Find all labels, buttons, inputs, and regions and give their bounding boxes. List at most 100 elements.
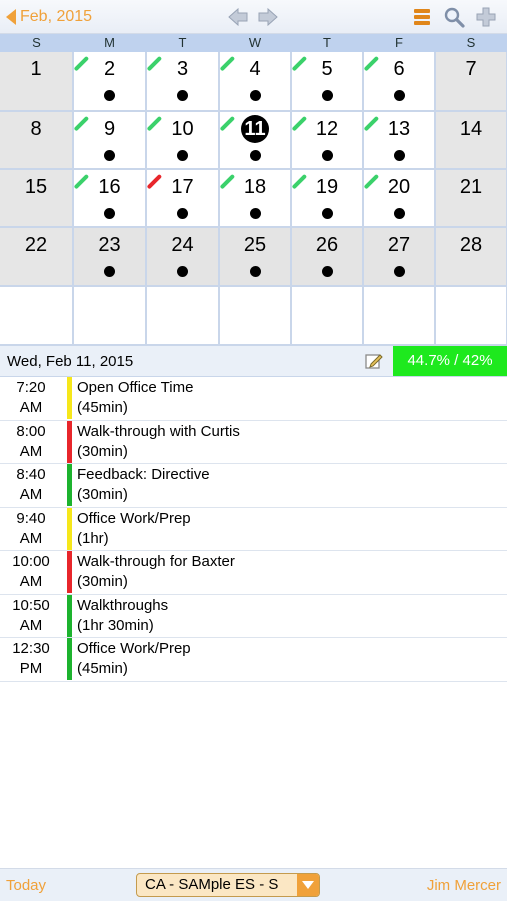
calendar-day-cell[interactable]: 1 <box>0 52 72 110</box>
calendar-day-cell[interactable]: 26 <box>292 228 362 285</box>
calendar-day-cell[interactable]: 7 <box>436 52 506 110</box>
day-number: 7 <box>465 58 477 80</box>
calendar-day-cell[interactable]: 6 <box>363 52 434 110</box>
day-number: 28 <box>459 234 483 256</box>
calendar-day-cell[interactable]: 18 <box>219 170 290 226</box>
dropdown-button[interactable] <box>297 874 319 896</box>
calendar-day-cell[interactable]: 16 <box>73 170 145 226</box>
calendar-day-cell[interactable]: 22 <box>0 228 72 285</box>
day-number: 17 <box>171 176 194 198</box>
calendar-day-cell[interactable]: 8 <box>0 112 72 168</box>
today-button[interactable]: Today <box>6 877 46 894</box>
event-dot-icon <box>321 90 333 101</box>
day-number: 2 <box>103 58 116 80</box>
calendar-day-cell[interactable] <box>220 287 290 344</box>
calendar-day-cell[interactable]: 19 <box>291 170 362 226</box>
event-time-hour: 10:50 <box>12 596 50 614</box>
calendar-day-cell[interactable] <box>292 287 362 344</box>
calendar-day-cell[interactable]: 27 <box>364 228 434 285</box>
search-icon[interactable] <box>443 6 465 28</box>
event-dot-icon <box>249 208 261 219</box>
event-dot-icon <box>321 208 333 219</box>
calendar-day-cell[interactable]: 3 <box>146 52 218 110</box>
event-dot-icon <box>104 266 115 277</box>
event-title: Open Office Time <box>77 379 194 396</box>
event-dot-icon <box>177 150 188 161</box>
school-select[interactable]: CA - SAMple ES - S <box>136 873 320 897</box>
calendar-day-cell[interactable]: 21 <box>436 170 506 226</box>
top-bar: Feb, 2015 <box>0 0 507 34</box>
event-row[interactable]: 7:20 AM Open Office Time (45min) <box>0 377 507 421</box>
day-number: 20 <box>387 176 411 198</box>
event-time: 10:50 AM <box>0 596 62 636</box>
event-dot-icon <box>104 150 115 161</box>
calendar-day-cell[interactable]: 28 <box>436 228 506 285</box>
add-icon[interactable] <box>475 6 497 28</box>
calendar-day-cell[interactable] <box>436 287 506 344</box>
calendar-day-cell[interactable] <box>74 287 145 344</box>
event-row[interactable]: 8:40 AM Feedback: Directive (30min) <box>0 464 507 508</box>
event-color-bar <box>67 464 72 506</box>
edit-note-icon[interactable] <box>364 351 384 371</box>
calendar-day-cell[interactable]: 23 <box>74 228 145 285</box>
user-name[interactable]: Jim Mercer <box>427 877 501 894</box>
event-duration: (30min) <box>77 573 128 590</box>
back-month-button[interactable]: Feb, 2015 <box>6 7 92 27</box>
event-title: Walk-through for Baxter <box>77 553 235 570</box>
event-row[interactable]: 9:40 AM Office Work/Prep (1hr) <box>0 507 507 551</box>
percentage-badge: 44.7% / 42% <box>393 346 507 376</box>
event-time-ampm: AM <box>19 616 43 634</box>
day-number: 23 <box>98 234 121 256</box>
event-dot-icon <box>104 208 115 219</box>
day-number: 18 <box>243 176 267 198</box>
calendar-day-cell[interactable]: 20 <box>363 170 434 226</box>
event-time-hour: 9:40 <box>16 509 46 527</box>
selected-day-header: Wed, Feb 11, 2015 44.7% / 42% <box>0 345 507 377</box>
day-number: 1 <box>30 58 42 80</box>
calendar-day-cell[interactable]: 14 <box>436 112 506 168</box>
event-dot-icon <box>177 90 188 101</box>
event-duration: (45min) <box>77 399 128 416</box>
event-row[interactable]: 10:50 AM Walkthroughs (1hr 30min) <box>0 594 507 638</box>
event-time-ampm: AM <box>19 442 43 460</box>
calendar-day-cell[interactable]: 2 <box>73 52 145 110</box>
calendar-day-cell[interactable]: 24 <box>147 228 218 285</box>
event-title: Office Work/Prep <box>77 509 191 527</box>
event-title: Walkthroughs <box>77 596 169 614</box>
calendar-day-cell[interactable]: 11 <box>219 112 290 168</box>
calendar-day-cell[interactable]: 5 <box>291 52 362 110</box>
calendar-day-cell[interactable]: 15 <box>0 170 72 226</box>
weekday-label: M <box>104 35 115 50</box>
calendar-day-cell[interactable]: 10 <box>146 112 218 168</box>
event-time: 7:20 AM <box>0 378 62 418</box>
list-icon[interactable] <box>411 6 433 28</box>
event-time-hour: 8:00 <box>16 422 46 440</box>
event-row[interactable]: 12:30 PM Office Work/Prep (45min) <box>0 638 507 682</box>
event-time-ampm: PM <box>19 660 43 677</box>
prev-arrow-icon[interactable] <box>227 6 249 28</box>
next-arrow-icon[interactable] <box>257 6 279 28</box>
calendar-day-cell[interactable] <box>364 287 434 344</box>
event-time-hour: 8:40 <box>16 466 46 483</box>
calendar-day-cell[interactable]: 25 <box>220 228 290 285</box>
event-time: 8:40 AM <box>0 465 62 505</box>
day-number: 5 <box>321 58 333 80</box>
calendar-day-cell[interactable] <box>0 287 72 344</box>
event-dot-icon <box>393 150 405 161</box>
calendar-day-cell[interactable]: 12 <box>291 112 362 168</box>
calendar-day-cell[interactable] <box>147 287 218 344</box>
event-row[interactable]: 8:00 AM Walk-through with Curtis (30min) <box>0 420 507 464</box>
calendar-day-cell[interactable]: 4 <box>219 52 290 110</box>
day-number: 25 <box>243 234 267 256</box>
day-number: 27 <box>387 234 411 256</box>
calendar-day-cell[interactable]: 17 <box>146 170 218 226</box>
event-row[interactable]: 10:00 AM Walk-through for Baxter (30min) <box>0 551 507 595</box>
event-dot-icon <box>321 150 333 161</box>
calendar-day-cell[interactable]: 9 <box>73 112 145 168</box>
event-color-bar <box>67 377 72 419</box>
day-number: 13 <box>387 118 411 140</box>
selected-date: Wed, Feb 11, 2015 <box>7 353 134 370</box>
event-time-ampm: AM <box>19 573 43 590</box>
event-title: Office Work/Prep <box>77 640 191 657</box>
calendar-day-cell[interactable]: 13 <box>363 112 434 168</box>
